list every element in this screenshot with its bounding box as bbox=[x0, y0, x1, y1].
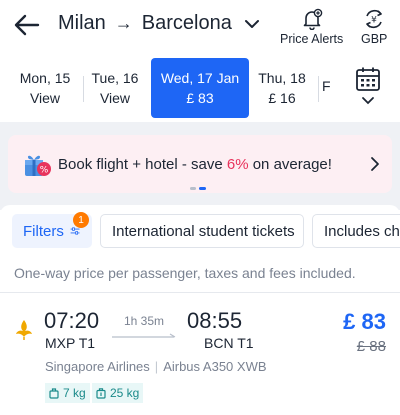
promo-prefix: Book flight + hotel - save bbox=[58, 156, 227, 173]
price-alerts-label: Price Alerts bbox=[280, 32, 344, 46]
arrival-time: 08:55 bbox=[187, 308, 243, 333]
cabin-bag-icon bbox=[49, 387, 59, 399]
student-tickets-filter[interactable]: International student tickets bbox=[100, 214, 304, 248]
bell-plus-icon bbox=[303, 8, 322, 30]
currency-button[interactable]: ¥ GBP bbox=[361, 8, 387, 46]
student-tickets-label: International student tickets bbox=[112, 222, 295, 240]
airline-name: Singapore Airlines bbox=[45, 359, 150, 374]
filters-label: Filters bbox=[23, 222, 64, 240]
route-selector[interactable]: Milan → Barcelona bbox=[58, 12, 261, 35]
date-day: F bbox=[322, 78, 331, 94]
date-strip: Mon, 15 View Tue, 16 View Wed, 17 Jan £ … bbox=[0, 58, 400, 120]
filter-bar: Filters International student tickets In… bbox=[0, 205, 400, 260]
arrival-airport: BCN T1 bbox=[204, 335, 254, 351]
gift-icon: % bbox=[25, 155, 51, 176]
promo-suffix: on average! bbox=[248, 156, 332, 173]
separator: | bbox=[154, 359, 159, 374]
date-price: View bbox=[99, 90, 131, 106]
svg-text:%: % bbox=[40, 166, 49, 176]
flight-result-card[interactable]: 07:20 MXP T1 1h 35m 08:55 BCN T1 £ 83 £ … bbox=[0, 293, 400, 415]
includes-checked-bag-filter[interactable]: Includes che bbox=[312, 214, 400, 248]
price-alerts-button[interactable]: Price Alerts bbox=[280, 8, 343, 46]
flight-price: £ 83 bbox=[343, 309, 386, 334]
calendar-button[interactable] bbox=[350, 66, 386, 116]
date-day: Thu, 18 bbox=[258, 70, 306, 86]
carousel-indicator bbox=[190, 187, 206, 190]
departure-time: 07:20 bbox=[44, 308, 100, 333]
chevron-down-icon bbox=[362, 97, 374, 105]
top-bar: Milan → Barcelona Price Alerts ¥ GBP bbox=[0, 0, 400, 52]
chevron-down-icon bbox=[244, 19, 259, 28]
carousel-dot-active bbox=[199, 187, 206, 190]
date-option[interactable]: Mon, 15 View bbox=[10, 60, 80, 116]
price-note: One-way price per passenger, taxes and f… bbox=[14, 265, 356, 281]
cabin-bag-weight: 7 kg bbox=[63, 386, 86, 400]
date-price: View bbox=[29, 90, 61, 106]
svg-text:¥: ¥ bbox=[371, 16, 377, 26]
singapore-airlines-logo bbox=[16, 320, 32, 340]
includes-label: Includes che bbox=[324, 222, 400, 240]
departure-airport: MXP T1 bbox=[45, 335, 96, 351]
origin-city: Milan bbox=[58, 12, 106, 34]
aircraft-type: Airbus A350 XWB bbox=[163, 359, 267, 374]
flight-duration: 1h 35m bbox=[124, 314, 165, 328]
checked-bag-icon bbox=[96, 387, 106, 399]
date-day: Mon, 15 bbox=[19, 70, 71, 86]
currency-label: GBP bbox=[361, 32, 388, 46]
back-arrow-icon[interactable] bbox=[12, 10, 42, 40]
calendar-icon bbox=[356, 67, 380, 91]
date-option-selected[interactable]: Wed, 17 Jan £ 83 bbox=[151, 58, 249, 118]
date-day: Wed, 17 Jan bbox=[160, 70, 240, 86]
promo-text: Book flight + hotel - save 6% on average… bbox=[58, 156, 332, 173]
duration-arrow bbox=[112, 333, 176, 338]
currency-exchange-icon: ¥ bbox=[366, 9, 383, 29]
date-option[interactable]: F bbox=[322, 60, 340, 116]
destination-city: Barcelona bbox=[141, 12, 232, 34]
chevron-right-icon bbox=[371, 157, 379, 171]
carousel-dot bbox=[190, 187, 196, 190]
checked-bag-weight: 25 kg bbox=[110, 386, 140, 400]
filter-count-badge: 1 bbox=[73, 212, 89, 228]
route-separator: → bbox=[114, 13, 133, 33]
divider bbox=[318, 76, 319, 102]
promo-percent: 6% bbox=[226, 156, 249, 173]
date-price: £ 16 bbox=[268, 90, 296, 106]
date-option[interactable]: Tue, 16 View bbox=[80, 60, 150, 116]
original-price: £ 88 bbox=[356, 338, 386, 355]
date-price: £ 83 bbox=[186, 90, 214, 106]
flight-hotel-promo-banner[interactable]: % Book flight + hotel - save 6% on avera… bbox=[8, 135, 392, 193]
date-day: Tue, 16 bbox=[91, 70, 139, 86]
date-option[interactable]: Thu, 18 £ 16 bbox=[247, 60, 317, 116]
airline-info: Singapore Airlines | Airbus A350 XWB bbox=[45, 359, 267, 374]
cabin-bag-allowance: 7 kg bbox=[45, 383, 90, 403]
checked-bag-allowance: 25 kg bbox=[92, 383, 144, 403]
